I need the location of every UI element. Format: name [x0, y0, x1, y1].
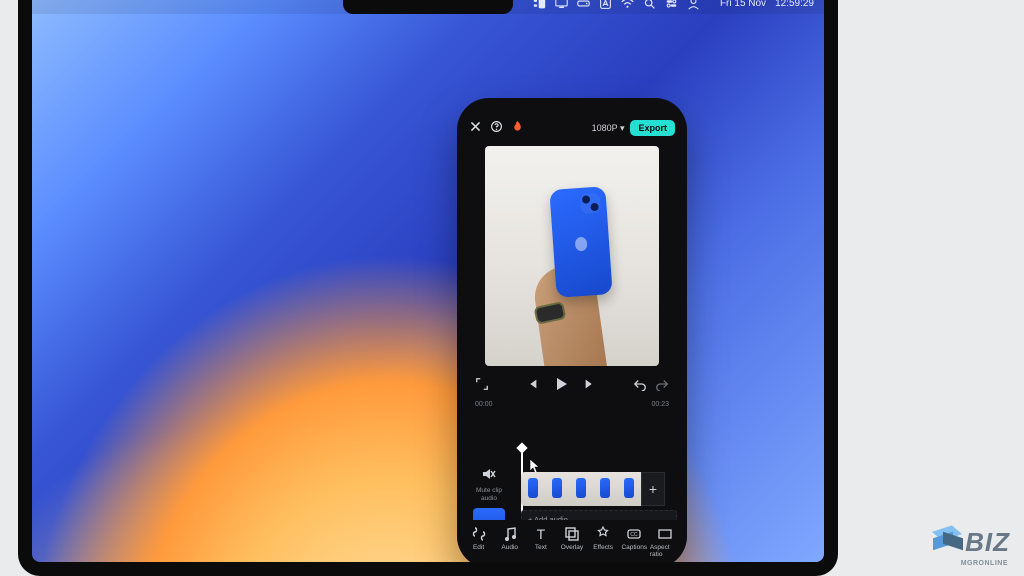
time-total: 00:23	[651, 401, 669, 408]
tool-effects-label: Effects	[593, 544, 613, 551]
text-icon: T	[533, 526, 549, 542]
clip-thumb[interactable]	[617, 472, 641, 506]
display-mirror-icon[interactable]	[555, 0, 568, 14]
laptop-frame: Fri 15 Nov 12:59:29 1080P ▾ Export	[18, 0, 838, 576]
watermark: BIZ MGRONLINE	[933, 527, 1010, 558]
stage-manager-icon[interactable]	[533, 0, 546, 14]
watermark-brand: BIZ	[965, 527, 1010, 558]
desktop-screen: Fri 15 Nov 12:59:29 1080P ▾ Export	[32, 0, 824, 562]
add-clip-button[interactable]: +	[641, 472, 665, 506]
fullscreen-icon[interactable]	[475, 377, 489, 396]
preview-blue-phone	[549, 186, 612, 298]
preview-apple-logo	[575, 237, 588, 252]
mute-icon[interactable]	[467, 466, 511, 485]
disk-icon[interactable]	[577, 0, 590, 14]
time-indicator: 00:00 00:23	[457, 399, 687, 414]
clip-thumb[interactable]	[569, 472, 593, 506]
prev-keyframe-icon[interactable]	[525, 377, 539, 396]
redo-icon[interactable]	[655, 377, 669, 396]
input-source-icon[interactable]	[599, 0, 612, 14]
tool-edit-label: Edit	[473, 544, 484, 551]
tool-aspect-ratio[interactable]: Aspect ratio	[650, 526, 681, 558]
wifi-icon[interactable]	[621, 0, 634, 14]
tool-audio[interactable]: Audio	[494, 526, 525, 558]
spotlight-icon[interactable]	[643, 0, 656, 14]
tool-audio-label: Audio	[501, 544, 518, 551]
next-keyframe-icon[interactable]	[583, 377, 597, 396]
editor-topbar: 1080P ▾ Export	[457, 98, 687, 144]
menubar-date[interactable]: Fri 15 Nov	[720, 0, 766, 14]
menubar-time[interactable]: 12:59:29	[775, 0, 814, 14]
tool-edit[interactable]: Edit	[463, 526, 494, 558]
tool-captions[interactable]: CC Captions	[619, 526, 650, 558]
export-button[interactable]: Export	[630, 120, 675, 136]
tool-effects[interactable]: Effects	[588, 526, 619, 558]
watermark-sub: MGRONLINE	[961, 560, 1008, 567]
time-current: 00:00	[475, 401, 493, 408]
undo-icon[interactable]	[633, 377, 647, 396]
tool-text-label: Text	[535, 544, 547, 551]
clip-thumb[interactable]	[545, 472, 569, 506]
tool-aspect-label: Aspect ratio	[650, 544, 681, 558]
resolution-dropdown[interactable]: 1080P ▾	[592, 123, 625, 134]
user-icon[interactable]	[687, 0, 700, 14]
video-preview[interactable]	[485, 146, 659, 366]
help-icon[interactable]	[490, 120, 503, 136]
svg-text:CC: CC	[631, 532, 639, 538]
play-button[interactable]	[553, 376, 569, 397]
transport-bar	[457, 372, 687, 399]
tool-overlay-label: Overlay	[561, 544, 583, 551]
tool-overlay[interactable]: Overlay	[556, 526, 587, 558]
clip-thumb[interactable]	[521, 472, 545, 506]
clip-thumb[interactable]	[593, 472, 617, 506]
preview-camera-bump	[580, 193, 601, 214]
bottom-toolbar: Edit Audio T Text Overlay Effects	[457, 520, 687, 562]
tool-captions-label: Captions	[621, 544, 647, 551]
mute-label: Mute clip audio	[476, 487, 502, 502]
tool-text[interactable]: T Text	[525, 526, 556, 558]
display-notch	[343, 0, 513, 14]
phone-mirror-window[interactable]: 1080P ▾ Export	[457, 98, 687, 562]
control-center-icon[interactable]	[665, 0, 678, 14]
watermark-cube-icon	[933, 529, 961, 557]
flame-icon[interactable]	[511, 120, 524, 136]
video-clip-strip[interactable]: +	[521, 472, 677, 506]
close-icon[interactable]	[469, 120, 482, 136]
